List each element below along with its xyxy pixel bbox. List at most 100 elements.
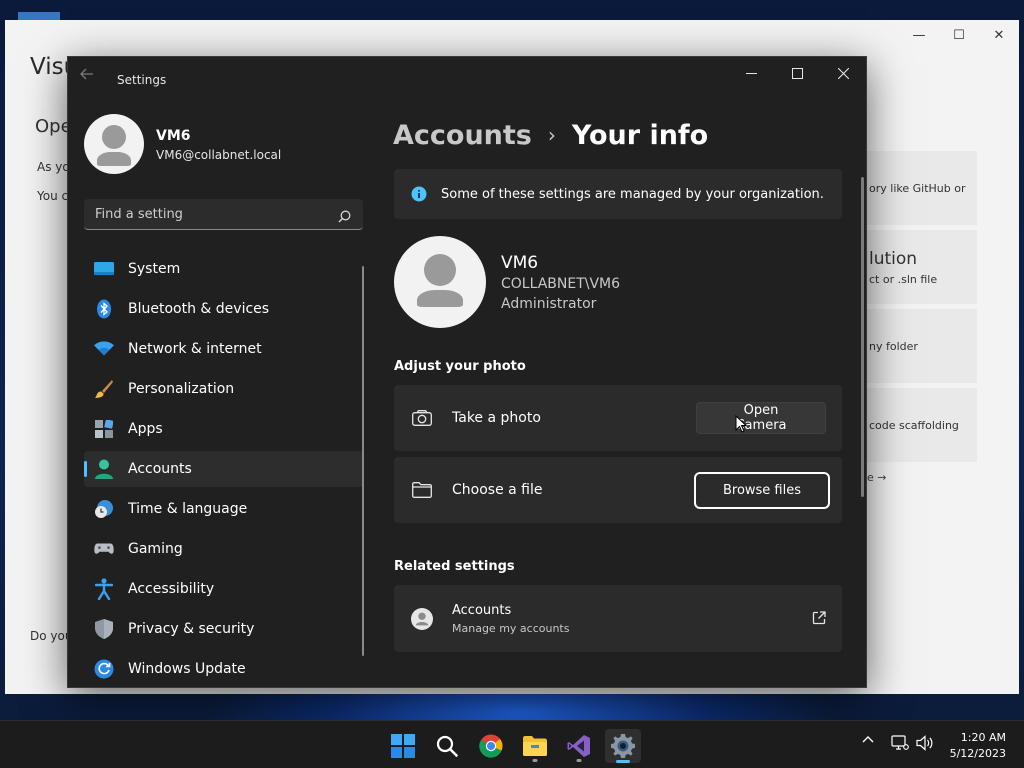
external-link-icon <box>812 610 826 629</box>
sidebar-item-windows-update[interactable]: Windows Update <box>84 651 364 687</box>
choose-file-label: Choose a file <box>452 482 543 498</box>
search-box[interactable] <box>84 199 363 230</box>
sidebar-nav: System Bluetooth & devices Network & int… <box>84 251 364 687</box>
sidebar-item-label: Time & language <box>128 501 248 517</box>
accounts-icon <box>94 459 114 479</box>
open-camera-button[interactable]: Open Camera <box>696 402 826 434</box>
main-scrollbar[interactable] <box>861 177 864 497</box>
vs-caption-buttons: — ☐ ✕ <box>899 20 1019 50</box>
vs-card-open-folder[interactable]: ny folder <box>863 309 977 383</box>
visual-studio-taskbar-button[interactable] <box>561 729 597 763</box>
browse-files-button[interactable]: Browse files <box>694 471 830 509</box>
sidebar-item-label: Privacy & security <box>128 621 255 637</box>
brush-icon <box>94 379 114 399</box>
vs-card-title: lution <box>869 248 918 269</box>
info-message: Some of these settings are managed by yo… <box>441 186 824 202</box>
camera-icon <box>411 407 433 429</box>
network-monitor-icon[interactable] <box>891 735 909 751</box>
settings-window: Settings VM6 VM6@collabnet.local Find a … <box>67 56 867 688</box>
start-icon <box>391 734 415 758</box>
vs-continue-link[interactable]: e → <box>867 471 886 484</box>
sidebar-item-label: Windows Update <box>128 661 246 677</box>
clock-time: 1:20 AM <box>960 731 1006 744</box>
sidebar-item-label: Accounts <box>128 461 192 477</box>
vs-card-clone[interactable]: ory like GitHub or <box>863 151 977 225</box>
maximize-button[interactable] <box>774 57 820 89</box>
vs-text-line: You c <box>37 189 69 203</box>
profile-avatar[interactable] <box>84 114 144 174</box>
start-button[interactable] <box>385 729 421 763</box>
settings-icon <box>611 734 635 758</box>
sidebar-item-system[interactable]: System <box>84 251 364 287</box>
sidebar-item-label: Personalization <box>128 381 235 397</box>
sidebar-item-bluetooth[interactable]: Bluetooth & devices <box>84 291 364 327</box>
gamepad-icon <box>94 539 114 559</box>
search-input[interactable] <box>95 207 325 222</box>
running-indicator <box>576 759 582 762</box>
sidebar-item-time-language[interactable]: Time & language <box>84 491 364 527</box>
sidebar-item-personalization[interactable]: Personalization <box>84 371 364 407</box>
update-icon <box>94 659 114 679</box>
sidebar-item-label: Gaming <box>128 541 183 557</box>
sidebar-item-label: Bluetooth & devices <box>128 301 270 317</box>
vs-close-button[interactable]: ✕ <box>979 20 1019 50</box>
profile-name: VM6 <box>156 128 191 144</box>
minimize-button[interactable] <box>728 57 774 89</box>
speaker-icon[interactable] <box>916 735 934 751</box>
system-clock[interactable]: 1:20 AM 5/12/2023 <box>950 730 1006 762</box>
vs-maximize-button[interactable]: ☐ <box>939 20 979 50</box>
related-accounts-link[interactable]: Accounts Manage my accounts <box>394 585 842 652</box>
vs-card-new-project[interactable]: code scaffolding <box>863 388 977 462</box>
vs-card-text: ory like GitHub or <box>869 181 966 195</box>
vs-text-line: As yo <box>37 160 70 174</box>
back-arrow-icon[interactable] <box>80 68 94 84</box>
search-icon <box>436 735 458 757</box>
search-icon[interactable] <box>338 208 351 227</box>
clock-globe-icon <box>94 499 114 519</box>
account-circle-icon <box>411 607 433 630</box>
sidebar-scrollbar[interactable] <box>362 266 364 656</box>
vs-minimize-button[interactable]: — <box>899 20 939 50</box>
take-photo-card: Take a photo Open Camera <box>394 385 842 451</box>
app-title: Settings <box>117 73 167 87</box>
accessibility-icon <box>94 578 114 600</box>
taskbar-search-button[interactable] <box>429 729 465 763</box>
related-accounts-title: Accounts <box>452 602 512 618</box>
running-indicator <box>532 759 538 762</box>
folder-icon <box>411 479 433 501</box>
user-role: Administrator <box>501 296 597 312</box>
breadcrumb-parent[interactable]: Accounts <box>393 120 532 151</box>
profile-email: VM6@collabnet.local <box>156 148 282 162</box>
sidebar-item-privacy-security[interactable]: Privacy & security <box>84 611 364 647</box>
caption-buttons <box>728 57 866 89</box>
active-indicator <box>616 760 630 763</box>
breadcrumb: Accounts › Your info <box>393 115 708 155</box>
vs-card-text: ct or .sln file <box>869 272 938 286</box>
sidebar-item-accounts[interactable]: Accounts <box>84 451 364 487</box>
settings-taskbar-button[interactable] <box>605 729 641 763</box>
file-explorer-taskbar-button[interactable] <box>517 729 553 763</box>
shield-icon <box>94 619 114 639</box>
chevron-up-icon[interactable] <box>862 735 874 743</box>
mouse-cursor-icon <box>735 414 748 437</box>
sidebar-item-label: Accessibility <box>128 581 215 597</box>
sidebar-item-gaming[interactable]: Gaming <box>84 531 364 567</box>
page-title: Your info <box>571 119 709 151</box>
info-icon <box>411 186 427 202</box>
title-bar[interactable]: Settings <box>68 57 866 93</box>
apps-icon <box>94 419 114 439</box>
take-photo-label: Take a photo <box>452 410 541 426</box>
taskbar: 1:20 AM 5/12/2023 <box>0 720 1024 768</box>
chrome-icon <box>479 734 503 758</box>
system-icon <box>94 259 114 279</box>
vs-card-open-project[interactable]: lution ct or .sln file <box>863 230 977 304</box>
chrome-taskbar-button[interactable] <box>473 729 509 763</box>
visual-studio-icon <box>567 735 590 757</box>
sidebar-item-apps[interactable]: Apps <box>84 411 364 447</box>
close-button[interactable] <box>820 57 866 89</box>
wifi-icon <box>94 339 114 359</box>
vs-card-text: ny folder <box>869 339 918 353</box>
sidebar-item-network[interactable]: Network & internet <box>84 331 364 367</box>
bluetooth-icon <box>94 299 114 319</box>
sidebar-item-accessibility[interactable]: Accessibility <box>84 571 364 607</box>
